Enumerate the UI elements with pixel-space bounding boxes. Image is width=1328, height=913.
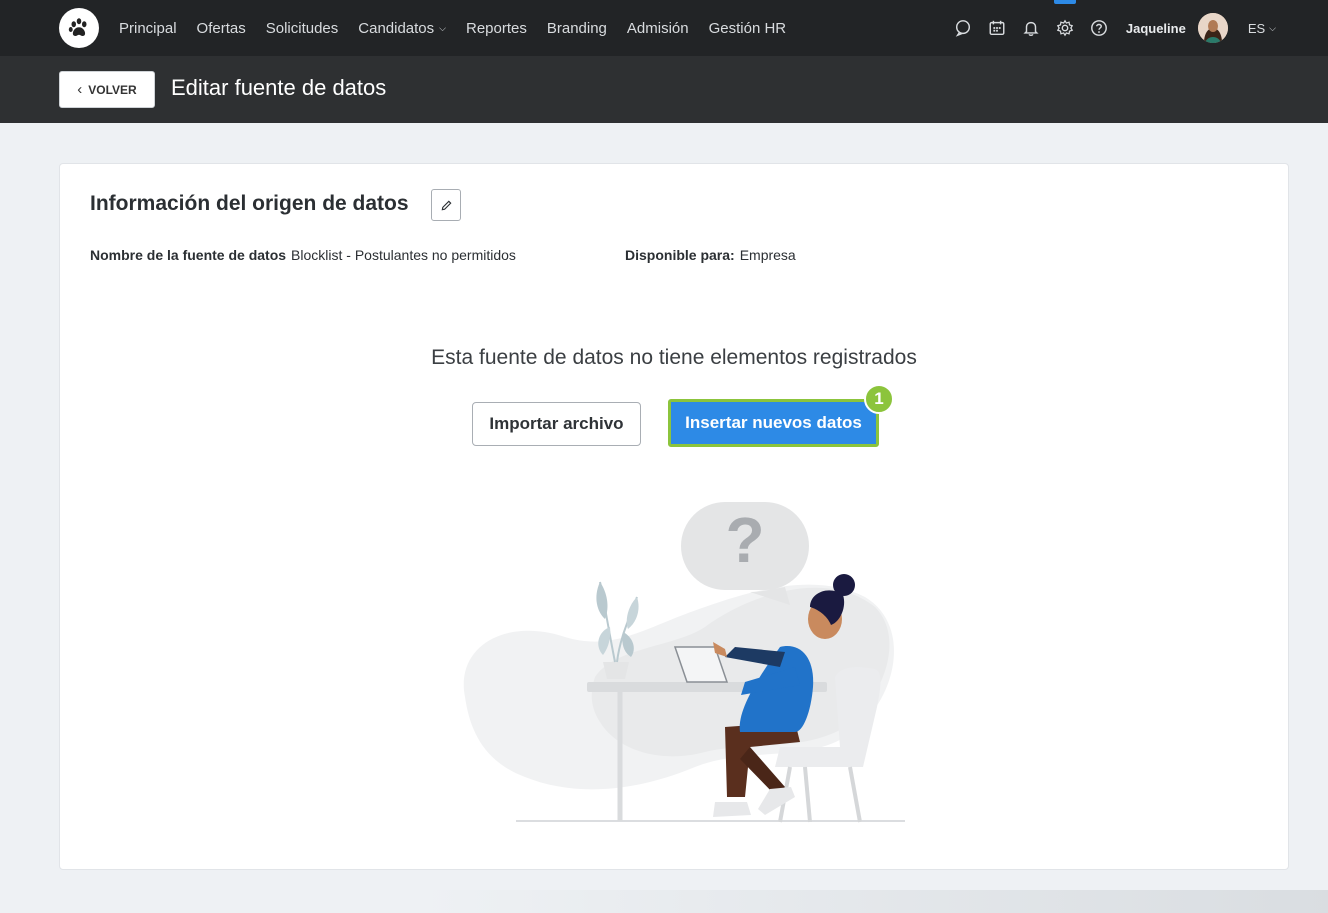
nav-solicitudes[interactable]: Solicitudes <box>266 20 339 37</box>
nav-admision[interactable]: Admisión <box>627 20 689 37</box>
data-source-card: Información del origen de datos Nombre d… <box>59 163 1289 870</box>
nav-item-label: Ofertas <box>196 19 246 37</box>
empty-state-message: Esta fuente de datos no tiene elementos … <box>431 346 917 369</box>
gear-icon[interactable] <box>1053 0 1076 39</box>
paw-logo-icon[interactable] <box>59 8 99 48</box>
language-label: ES <box>1247 20 1266 36</box>
nav-reportes[interactable]: Reportes <box>466 20 527 37</box>
nav-item-label: Gestión HR <box>708 19 787 37</box>
insert-new-data-button[interactable]: Insertar nuevos datos <box>668 399 879 447</box>
chevron-down-icon: ⌵ <box>439 22 446 33</box>
chevron-down-icon: ⌵ <box>1269 22 1276 33</box>
chat-icon[interactable] <box>952 17 974 39</box>
nav-candidatos[interactable]: Candidatos ⌵ <box>358 20 446 37</box>
svg-text:?: ? <box>725 504 764 576</box>
nav-branding[interactable]: Branding <box>547 20 607 37</box>
back-button-label: VOLVER <box>88 82 137 97</box>
step-badge: 1 <box>864 384 894 414</box>
avatar[interactable] <box>1197 13 1228 43</box>
chevron-left-icon: ‹ <box>77 81 83 98</box>
nav-item-label: Reportes <box>465 19 527 37</box>
nav-item-label: Branding <box>546 19 607 37</box>
nav-right-tools: Jaqueline ES ⌵ <box>952 0 1328 56</box>
available-row: Disponible para: Empresa <box>625 247 796 263</box>
bottom-shadow <box>420 890 1328 913</box>
nav-item-label: Solicitudes <box>265 19 339 37</box>
bell-icon[interactable] <box>1020 17 1042 39</box>
nav-ofertas[interactable]: Ofertas <box>197 20 246 37</box>
edit-button[interactable] <box>431 189 461 221</box>
back-button[interactable]: ‹ VOLVER <box>59 71 155 108</box>
page-title: Editar fuente de datos <box>171 75 387 100</box>
pencil-icon <box>441 200 451 210</box>
source-name-label: Nombre de la fuente de datos <box>90 247 287 263</box>
section-title: Información del origen de datos <box>90 192 409 215</box>
active-indicator <box>1053 0 1076 4</box>
available-label: Disponible para: <box>625 247 735 263</box>
calendar-icon[interactable] <box>986 17 1008 39</box>
nav-item-label: Principal <box>119 19 177 37</box>
language-selector[interactable]: ES ⌵ <box>1248 21 1276 36</box>
source-name-row: Nombre de la fuente de datos Blocklist - … <box>90 247 516 263</box>
import-file-button[interactable]: Importar archivo <box>472 402 641 446</box>
nav-item-label: Admisión <box>626 19 689 37</box>
user-name[interactable]: Jaqueline <box>1126 21 1186 36</box>
nav-menu: Principal Ofertas Solicitudes Candidatos ⌵ Re… <box>119 0 806 56</box>
help-icon[interactable] <box>1088 17 1110 39</box>
top-navigation: Principal Ofertas Solicitudes Candidatos ⌵ Re… <box>0 0 1328 56</box>
empty-state-illustration: ? <box>463 502 905 823</box>
nav-principal[interactable]: Principal <box>119 20 177 37</box>
source-name-value: Blocklist - Postulantes no permitidos <box>291 247 516 263</box>
nav-gestion-hr[interactable]: Gestión HR <box>709 20 787 37</box>
available-value: Empresa <box>739 247 796 263</box>
nav-item-label: Candidatos <box>358 19 435 37</box>
